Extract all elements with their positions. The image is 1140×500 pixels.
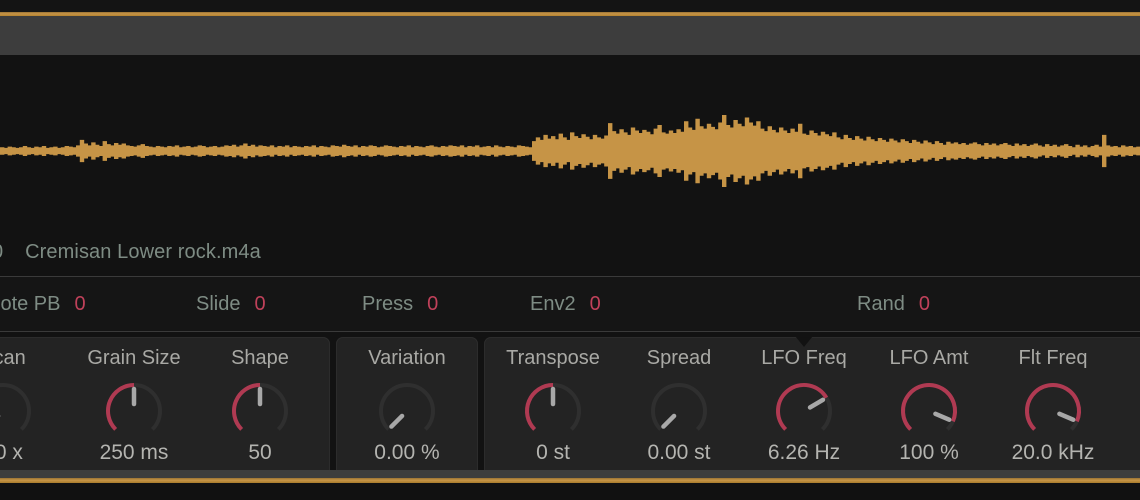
sample-index: 0: [0, 241, 3, 264]
mod-source-slide[interactable]: Slide 0: [196, 277, 266, 331]
modulation-row: Note PB 0 Slide 0 Press 0 Env2 0 Rand 0: [0, 277, 1140, 331]
plugin-window: 0 Cremisan Lower rock.m4a Note PB 0 Slide 0…: [0, 0, 1140, 500]
knob-label-lfo-freq: LFO Freq: [761, 347, 847, 369]
mod-source-value: 0: [427, 292, 439, 315]
knob-lfo-freq[interactable]: LFO Freq 6.26 Hz: [749, 337, 859, 477]
knob-value-transpose: 0 st: [536, 441, 570, 464]
mod-source-env2[interactable]: Env2 0: [530, 277, 601, 331]
mod-source-value: 0: [589, 292, 601, 315]
knob-lfo-amt[interactable]: LFO Amt 100 %: [874, 337, 984, 477]
knob-dial-lfo-amt[interactable]: [895, 377, 963, 445]
knob-dial-flt-freq[interactable]: [1019, 377, 1087, 445]
mod-source-value: 0: [74, 292, 86, 315]
sample-filename: Cremisan Lower rock.m4a: [25, 240, 261, 263]
knob-value-variation: 0.00 %: [374, 441, 440, 464]
knob-dial-spread[interactable]: [645, 377, 713, 445]
mod-source-label: Slide: [196, 292, 241, 315]
knob-dial-grain-size[interactable]: [100, 377, 168, 445]
window-bottom-strip: [0, 483, 1140, 500]
mod-source-label: Rand: [857, 292, 905, 315]
knob-dial-transpose[interactable]: [519, 377, 587, 445]
plugin-titlebar[interactable]: [0, 16, 1140, 55]
knob-panel-area: Scan 00 x Grain Size 250 ms Shape 50 Variation…: [0, 336, 1140, 477]
knob-label-scan: Scan: [0, 347, 26, 369]
knob-value-flt-freq: 20.0 kHz: [1011, 441, 1095, 464]
knob-scan[interactable]: Scan 00 x: [0, 337, 58, 477]
knob-grain-size[interactable]: Grain Size 250 ms: [79, 337, 189, 477]
knob-label-lfo-amt: LFO Amt: [889, 347, 969, 369]
mod-source-label: Note PB: [0, 292, 61, 315]
knob-value-scan: 00 x: [0, 441, 23, 464]
knob-dial-variation[interactable]: [373, 377, 441, 445]
knob-label-transpose: Transpose: [506, 347, 600, 369]
knob-label-flt-freq: Flt Freq: [1018, 347, 1088, 369]
mod-source-rand[interactable]: Rand 0: [857, 277, 930, 331]
knob-value-grain-size: 250 ms: [99, 441, 169, 464]
divider-bottom: [0, 331, 1140, 332]
knob-value-shape: 50: [248, 441, 272, 464]
mod-source-value: 0: [254, 292, 266, 315]
knob-label-shape: Shape: [231, 347, 289, 369]
knob-value-spread: 0.00 st: [647, 441, 711, 464]
knob-transpose[interactable]: Transpose 0 st: [498, 337, 608, 477]
mod-source-press[interactable]: Press 0: [362, 277, 438, 331]
footer-bar: [0, 470, 1140, 478]
sample-file-row[interactable]: 0 Cremisan Lower rock.m4a: [0, 232, 1140, 272]
knob-dial-shape[interactable]: [226, 377, 294, 445]
waveform-graphic: [0, 115, 1140, 187]
knob-dial-scan[interactable]: [0, 377, 37, 445]
knob-variation[interactable]: Variation 0.00 %: [352, 337, 462, 477]
knob-shape[interactable]: Shape 50: [205, 337, 315, 477]
knob-dial-lfo-freq[interactable]: [770, 377, 838, 445]
knob-flt-freq[interactable]: Flt Freq 20.0 kHz: [998, 337, 1108, 477]
mod-source-label: Env2: [530, 292, 576, 315]
mod-source-label: Press: [362, 292, 414, 315]
knob-value-lfo-amt: 100 %: [899, 441, 959, 464]
mod-source-value: 0: [918, 292, 930, 315]
mod-source-note-pb[interactable]: Note PB 0: [0, 277, 86, 331]
knob-value-lfo-freq: 6.26 Hz: [767, 441, 841, 464]
knob-label-variation: Variation: [368, 347, 446, 369]
window-top-strip: [0, 0, 1140, 12]
knob-label-spread: Spread: [646, 347, 712, 369]
knob-label-grain-size: Grain Size: [87, 347, 181, 369]
knob-spread[interactable]: Spread 0.00 st: [624, 337, 734, 477]
